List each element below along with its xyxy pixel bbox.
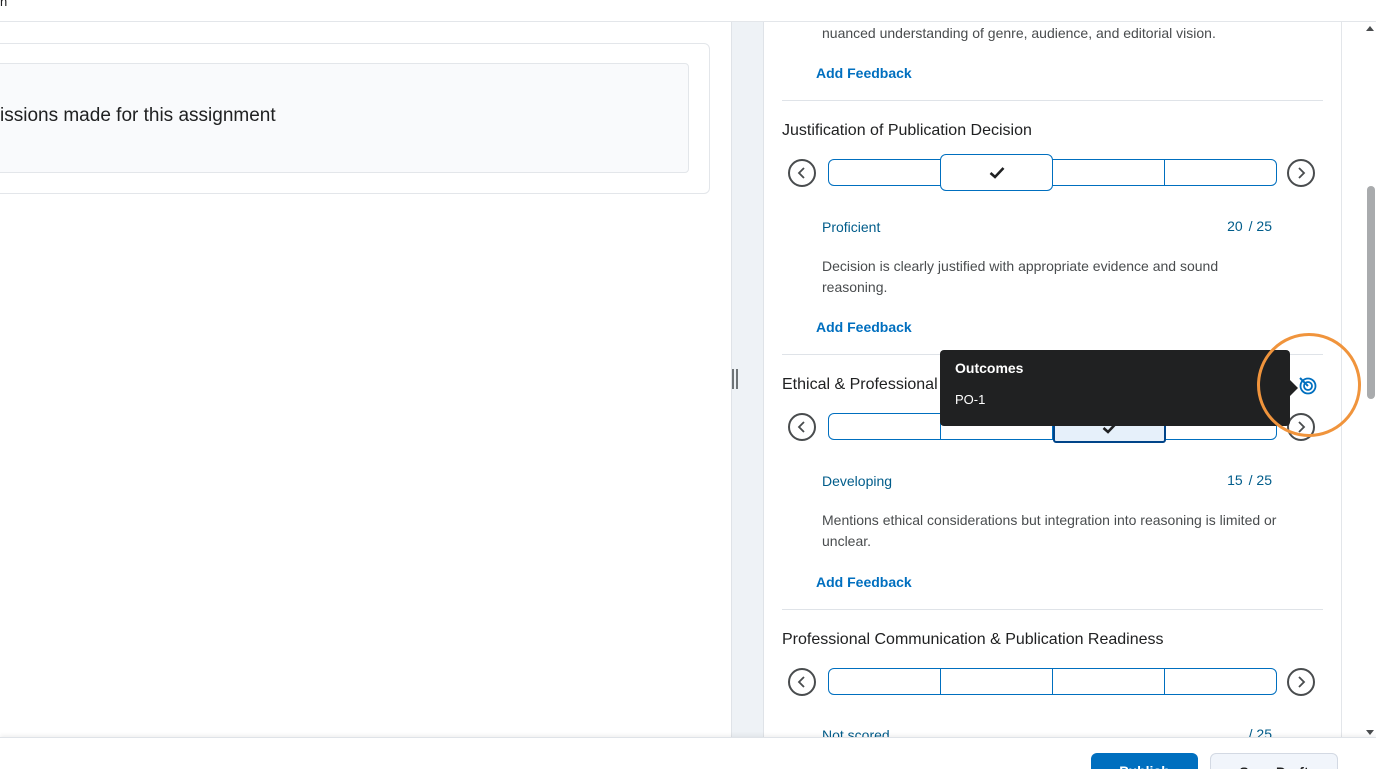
checkmark-icon	[989, 167, 1004, 179]
level-cell[interactable]	[829, 160, 941, 185]
criterion-description: Mentions ethical considerations but inte…	[822, 512, 1277, 549]
outcomes-tooltip: Outcomes PO-1	[940, 350, 1298, 426]
level-cell[interactable]	[1053, 160, 1165, 185]
chevron-right-icon	[1298, 676, 1306, 688]
criterion-score[interactable]: 20 / 25	[1204, 218, 1272, 234]
top-bar-text: n	[0, 0, 8, 9]
outcomes-target-icon[interactable]	[1298, 376, 1318, 396]
chevron-right-icon	[1298, 421, 1306, 433]
chevron-right-icon	[1298, 167, 1306, 179]
footer-action-bar: Publish Save Draft	[0, 737, 1376, 769]
score-value[interactable]: 15	[1227, 472, 1243, 488]
level-cell[interactable]	[829, 414, 941, 439]
chevron-left-icon	[797, 676, 805, 688]
criterion-score[interactable]: / 25	[1204, 726, 1272, 737]
previous-level-button[interactable]	[788, 159, 816, 187]
publish-button[interactable]: Publish	[1091, 753, 1198, 769]
save-draft-button[interactable]: Save Draft	[1210, 753, 1338, 769]
criterion-title: Justification of Publication Decision	[782, 122, 1032, 139]
score-out-of: / 25	[1248, 726, 1272, 737]
level-name: Not scored	[822, 727, 890, 737]
next-level-button[interactable]	[1287, 159, 1315, 187]
scroll-down-arrow-icon[interactable]	[1366, 730, 1374, 735]
scroll-up-arrow-icon[interactable]	[1366, 26, 1374, 31]
criterion-title: Professional Communication & Publication…	[782, 631, 1164, 648]
next-level-button[interactable]	[1287, 668, 1315, 696]
tooltip-title: Outcomes	[955, 360, 1024, 376]
criterion-divider	[782, 100, 1323, 101]
splitter-grip-icon[interactable]	[732, 369, 740, 389]
top-bar: n	[0, 0, 1376, 22]
level-cell[interactable]	[829, 669, 941, 694]
tooltip-arrow	[1290, 380, 1298, 396]
criterion-description: Decision is clearly justified with appro…	[822, 258, 1219, 295]
score-out-of: / 25	[1248, 218, 1272, 234]
level-selector[interactable]	[828, 668, 1277, 695]
submission-pane: issions made for this assignment	[0, 22, 731, 737]
chevron-left-icon	[797, 421, 805, 433]
score-out-of: / 25	[1248, 472, 1272, 488]
criterion-title: Ethical & Professional	[782, 376, 938, 393]
score-value[interactable]: 20	[1227, 218, 1243, 234]
scrollbar-thumb[interactable]	[1367, 186, 1375, 399]
previous-level-button[interactable]	[788, 413, 816, 441]
add-feedback-button[interactable]: Add Feedback	[816, 319, 912, 335]
add-feedback-button[interactable]: Add Feedback	[816, 65, 912, 81]
criterion-description: nuanced understanding of genre, audience…	[822, 25, 1216, 41]
level-cell[interactable]	[1053, 669, 1165, 694]
criterion-score[interactable]: 15 / 25	[1204, 472, 1272, 488]
level-cell[interactable]	[941, 669, 1053, 694]
criterion-divider	[782, 609, 1323, 610]
add-feedback-button[interactable]: Add Feedback	[816, 574, 912, 590]
level-cell[interactable]	[1165, 160, 1276, 185]
level-name: Proficient	[822, 219, 881, 235]
level-name: Developing	[822, 473, 893, 489]
no-submissions-text: issions made for this assignment	[0, 105, 276, 126]
chevron-left-icon	[797, 167, 805, 179]
tooltip-body: PO-1	[955, 392, 986, 407]
selected-level-cell[interactable]	[940, 154, 1053, 191]
level-cell[interactable]	[1165, 669, 1276, 694]
previous-level-button[interactable]	[788, 668, 816, 696]
next-level-button[interactable]	[1287, 413, 1315, 441]
